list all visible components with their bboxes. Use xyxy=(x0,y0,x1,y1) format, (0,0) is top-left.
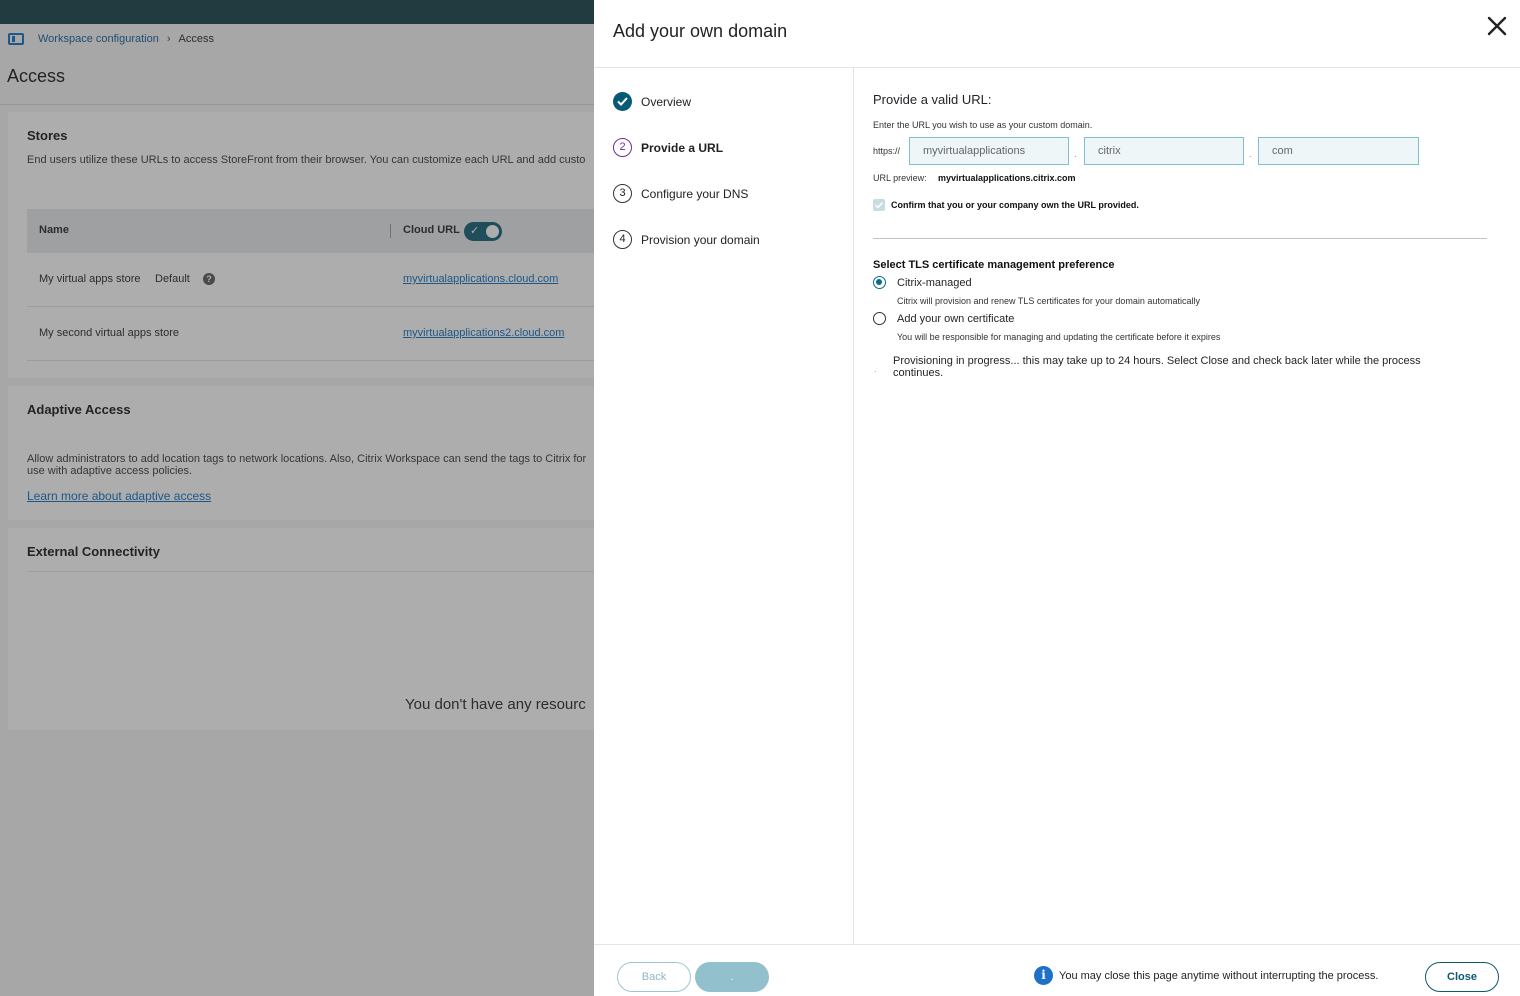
step-number: 2 xyxy=(613,138,632,157)
url-hint: Enter the URL you wish to use as your cu… xyxy=(873,120,1093,130)
confirm-ownership-checkbox[interactable]: Confirm that you or your company own the… xyxy=(873,199,1139,211)
url-preview-value: myvirtualapplications.citrix.com xyxy=(938,173,1076,183)
info-icon: i xyxy=(1034,966,1053,985)
section-divider xyxy=(873,238,1487,239)
radio-icon[interactable] xyxy=(873,312,886,325)
radio-own-certificate[interactable]: Add your own certificate xyxy=(873,312,1014,325)
url-section-title: Provide a valid URL: xyxy=(873,92,992,107)
close-icon[interactable] xyxy=(1487,16,1507,36)
step-label: Provide a URL xyxy=(641,140,724,155)
step-number: 4 xyxy=(613,230,632,249)
step-number: 3 xyxy=(613,184,632,203)
provisioning-message: Provisioning in progress... this may tak… xyxy=(893,355,1421,379)
step-provision-domain[interactable]: 4 Provision your domain xyxy=(613,230,760,249)
back-button[interactable]: Back xyxy=(617,962,691,992)
url-separator: . xyxy=(1249,149,1252,159)
domain-input[interactable] xyxy=(1084,137,1244,165)
radio-description: Citrix will provision and renew TLS cert… xyxy=(897,296,1200,306)
url-separator: . xyxy=(1074,149,1077,159)
radio-description: You will be responsible for managing and… xyxy=(897,332,1221,342)
radio-label: Citrix-managed xyxy=(897,276,972,289)
radio-icon[interactable] xyxy=(873,276,886,289)
https-prefix: https:// xyxy=(873,146,901,156)
step-label: Configure your DNS xyxy=(641,186,749,201)
checkbox-icon[interactable] xyxy=(873,199,885,211)
drawer-footer: Back . i You may close this page anytime… xyxy=(594,944,1520,996)
info-text: You may close this page anytime without … xyxy=(1059,970,1379,982)
radio-citrix-managed[interactable]: Citrix-managed xyxy=(873,276,972,289)
step-label: Provision your domain xyxy=(641,232,760,247)
url-preview-label: URL preview: xyxy=(873,173,927,183)
step-overview[interactable]: Overview xyxy=(613,92,691,111)
next-button[interactable]: . xyxy=(695,962,769,992)
check-circle-icon xyxy=(613,92,632,111)
step-configure-dns[interactable]: 3 Configure your DNS xyxy=(613,184,748,203)
subdomain-input[interactable] xyxy=(909,137,1069,165)
tld-input[interactable] xyxy=(1258,137,1419,165)
close-button[interactable]: Close xyxy=(1425,962,1499,992)
step-provide-url[interactable]: 2 Provide a URL xyxy=(613,138,723,157)
confirm-label: Confirm that you or your company own the… xyxy=(891,200,1139,210)
drawer-title: Add your own domain xyxy=(613,21,788,41)
add-domain-drawer: Add your own domain Overview 2 Provide a… xyxy=(594,0,1520,996)
radio-label: Add your own certificate xyxy=(897,312,1015,325)
step-label: Overview xyxy=(641,94,692,109)
wizard-steps: Overview 2 Provide a URL 3 Configure you… xyxy=(594,68,854,944)
spinner-icon: . xyxy=(874,364,877,374)
tls-section-title: Select TLS certificate management prefer… xyxy=(873,259,1115,271)
modal-overlay[interactable] xyxy=(0,0,594,996)
